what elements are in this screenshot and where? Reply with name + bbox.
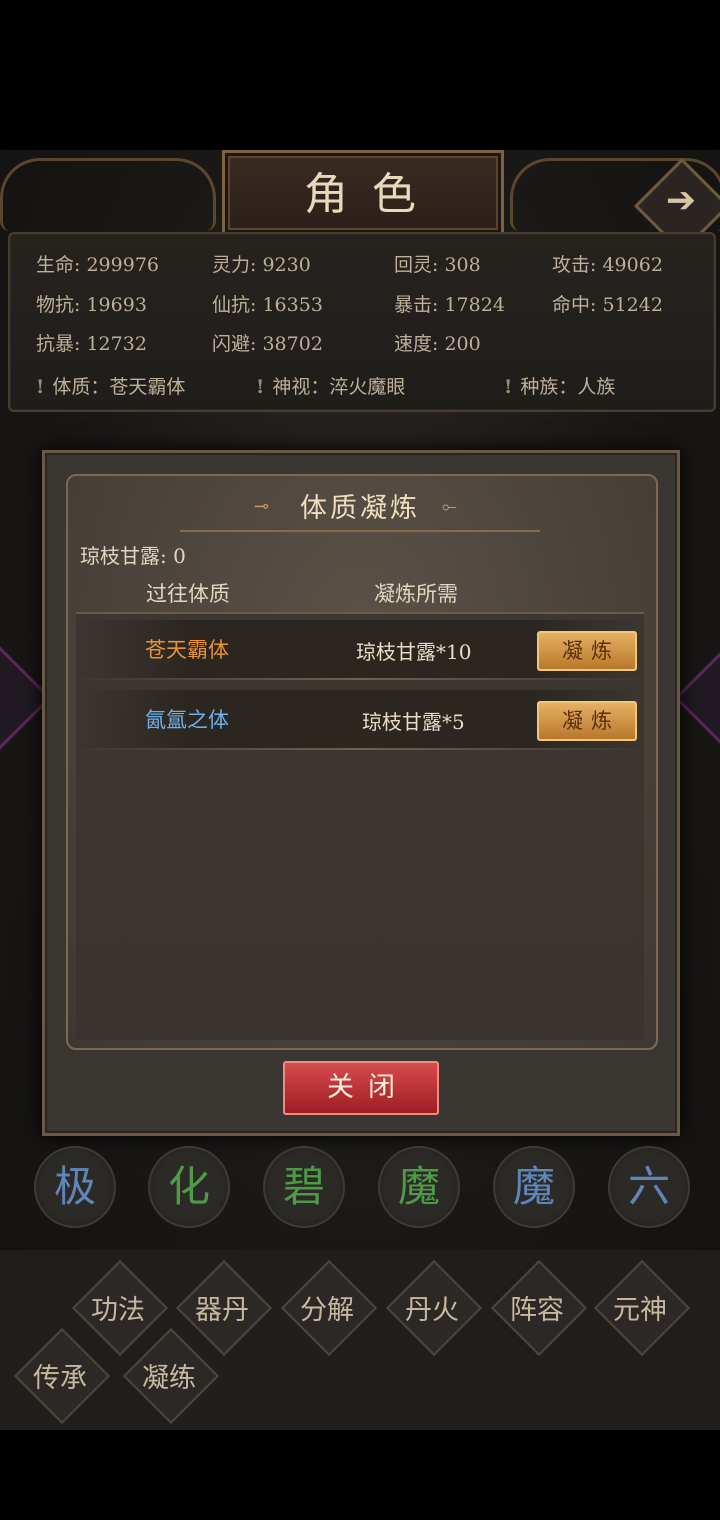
nav-qidan[interactable]: 器丹 bbox=[172, 1288, 272, 1327]
stat-regen: 回灵: 308 bbox=[394, 254, 481, 276]
left-cloud-ornament bbox=[0, 158, 216, 231]
nav-gongfa[interactable]: 功法 bbox=[68, 1288, 168, 1327]
info-icon: ! bbox=[36, 376, 45, 398]
trait-divine-sight[interactable]: ! 神视：淬火魔眼 bbox=[256, 372, 405, 399]
column-header-cost: 凝炼所需 bbox=[374, 582, 458, 606]
refine-cost: 琼枝甘露*10 bbox=[356, 640, 472, 664]
nav-fenjie[interactable]: 分解 bbox=[277, 1288, 377, 1327]
arrow-right-icon: ➔ bbox=[665, 180, 697, 221]
char-slot[interactable]: 化 bbox=[148, 1146, 230, 1228]
stat-immortal-resist: 仙抗: 16353 bbox=[212, 294, 323, 316]
trait-race[interactable]: ! 种族：人族 bbox=[504, 372, 615, 399]
stat-dodge: 闪避: 38702 bbox=[212, 333, 323, 355]
row-divider bbox=[76, 748, 644, 750]
char-slot[interactable]: 魔 bbox=[378, 1146, 460, 1228]
stat-attack: 攻击: 49062 bbox=[552, 254, 663, 276]
stat-hit: 命中: 51242 bbox=[552, 294, 663, 316]
char-slot[interactable]: 六 bbox=[608, 1146, 690, 1228]
nav-ninglian[interactable]: 凝练 bbox=[119, 1356, 219, 1395]
nav-zhenrong[interactable]: 阵容 bbox=[487, 1288, 587, 1327]
column-header-past: 过往体质 bbox=[146, 582, 230, 606]
constitution-name: 氤氲之体 bbox=[145, 708, 229, 732]
close-button[interactable]: 关闭 bbox=[283, 1061, 439, 1115]
currency-display: 琼枝甘露: 0 bbox=[80, 544, 186, 568]
stat-crit-resist: 抗暴: 12732 bbox=[36, 333, 147, 355]
char-slot[interactable]: 极 bbox=[34, 1146, 116, 1228]
stat-hp: 生命: 299976 bbox=[36, 254, 159, 276]
refine-cost: 琼枝甘露*5 bbox=[362, 710, 465, 734]
trait-constitution[interactable]: ! 体质：苍天霸体 bbox=[36, 372, 185, 399]
nav-danhuo[interactable]: 丹火 bbox=[382, 1288, 482, 1327]
stat-phys-resist: 物抗: 19693 bbox=[36, 294, 147, 316]
dialog-title: 体质凝炼 bbox=[300, 493, 420, 524]
stat-crit: 暴击: 17824 bbox=[394, 294, 505, 316]
refine-button[interactable]: 凝炼 bbox=[537, 631, 637, 671]
row-divider bbox=[76, 678, 644, 680]
nav-yuanshen[interactable]: 元神 bbox=[590, 1288, 690, 1327]
info-icon: ! bbox=[256, 376, 265, 398]
char-slot[interactable]: 魔 bbox=[493, 1146, 575, 1228]
refine-button[interactable]: 凝炼 bbox=[537, 701, 637, 741]
constitution-name: 苍天霸体 bbox=[145, 638, 229, 662]
info-icon: ! bbox=[504, 376, 513, 398]
char-slot[interactable]: 碧 bbox=[263, 1146, 345, 1228]
stat-speed: 速度: 200 bbox=[394, 333, 481, 355]
page-title: 角色 bbox=[304, 169, 440, 220]
nav-chuancheng[interactable]: 传承 bbox=[10, 1356, 110, 1395]
stat-spirit: 灵力: 9230 bbox=[212, 254, 311, 276]
